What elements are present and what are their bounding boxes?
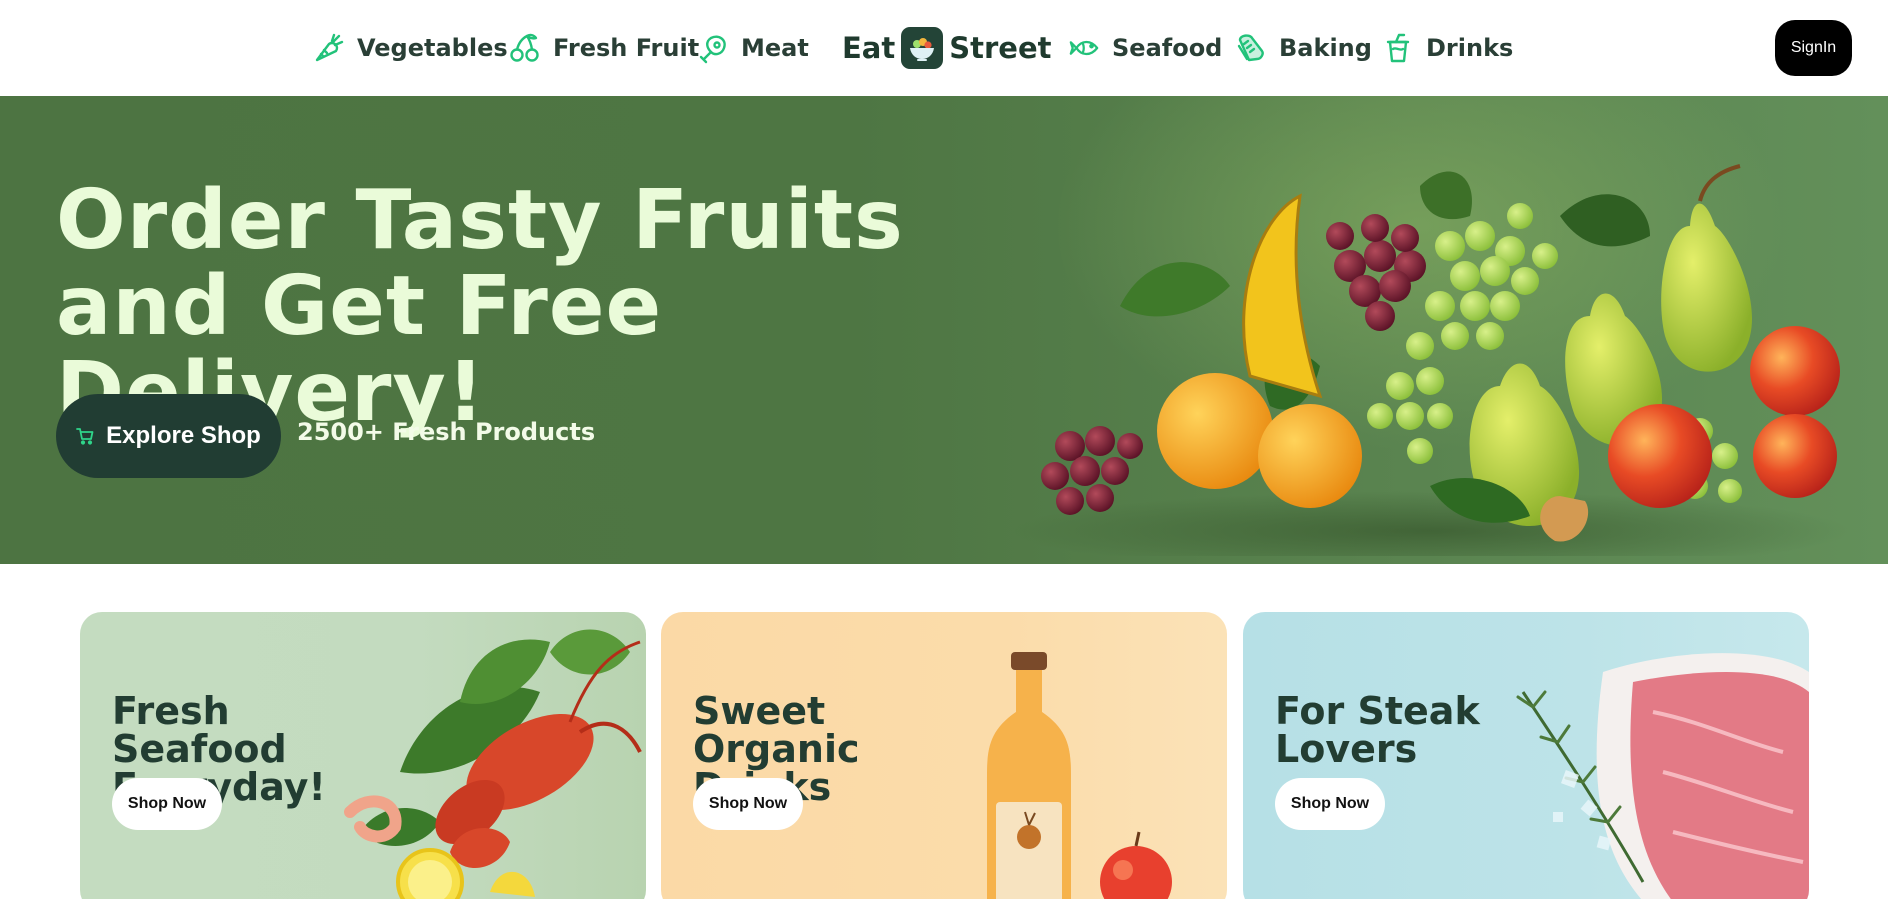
nav-link-label: Baking [1279,34,1372,62]
meat-icon [699,35,726,64]
hero-banner: Order Tasty Fruits and Get Free Delivery… [0,96,1888,564]
nav-link-label: Drinks [1426,34,1514,62]
explore-shop-label: Explore Shop [106,422,261,449]
hero-title-line-1: Order Tasty Fruits [56,173,904,268]
logo-text-right: Street [949,31,1052,65]
shop-now-button[interactable]: Shop Now [112,778,222,830]
nav-link-label: Fresh Fruit [553,34,700,62]
salad-bowl-icon [901,27,944,69]
nav-link-drinks[interactable]: Drinks [1382,28,1513,68]
promo-card-steak: For Steak Lovers Shop Now [1243,612,1809,899]
nav-link-seafood[interactable]: Seafood [1068,28,1222,68]
products-count: 2500+ Fresh Products [297,418,596,446]
bread-icon [1237,34,1264,62]
fruit-pile-image [1010,164,1850,556]
nav-link-meat[interactable]: Meat [697,28,809,68]
nav-link-label: Meat [741,34,809,62]
nav-link-baking[interactable]: Baking [1235,28,1372,68]
carrot-icon [315,33,344,62]
brand-logo[interactable]: Eat Street [842,26,1052,70]
cup-icon [1386,33,1410,63]
fish-icon [1069,40,1099,56]
promo-card-drinks: Sweet Organic Drinks Shop Now [661,612,1227,899]
shop-now-button[interactable]: Shop Now [1275,778,1385,830]
seafood-image [344,629,642,899]
steak-image [1516,653,1809,899]
explore-shop-button[interactable]: Explore Shop [56,394,281,478]
nav-link-label: Vegetables [357,34,508,62]
nav-link-fresh-fruit[interactable]: Fresh Fruit [509,28,699,68]
nav-link-label: Seafood [1112,34,1223,62]
top-navbar: Vegetables Fresh Fruit Meat Eat Street S… [0,0,1888,96]
logo-text-left: Eat [842,31,896,65]
cart-icon [76,428,94,445]
shop-now-button[interactable]: Shop Now [693,778,803,830]
juice-bottle-image [987,652,1172,899]
promo-card-seafood: Fresh Seafood Everyday! Shop Now [80,612,646,899]
signin-button[interactable]: SignIn [1775,20,1852,76]
cherries-icon [510,33,539,62]
nav-link-vegetables[interactable]: Vegetables [313,28,508,68]
